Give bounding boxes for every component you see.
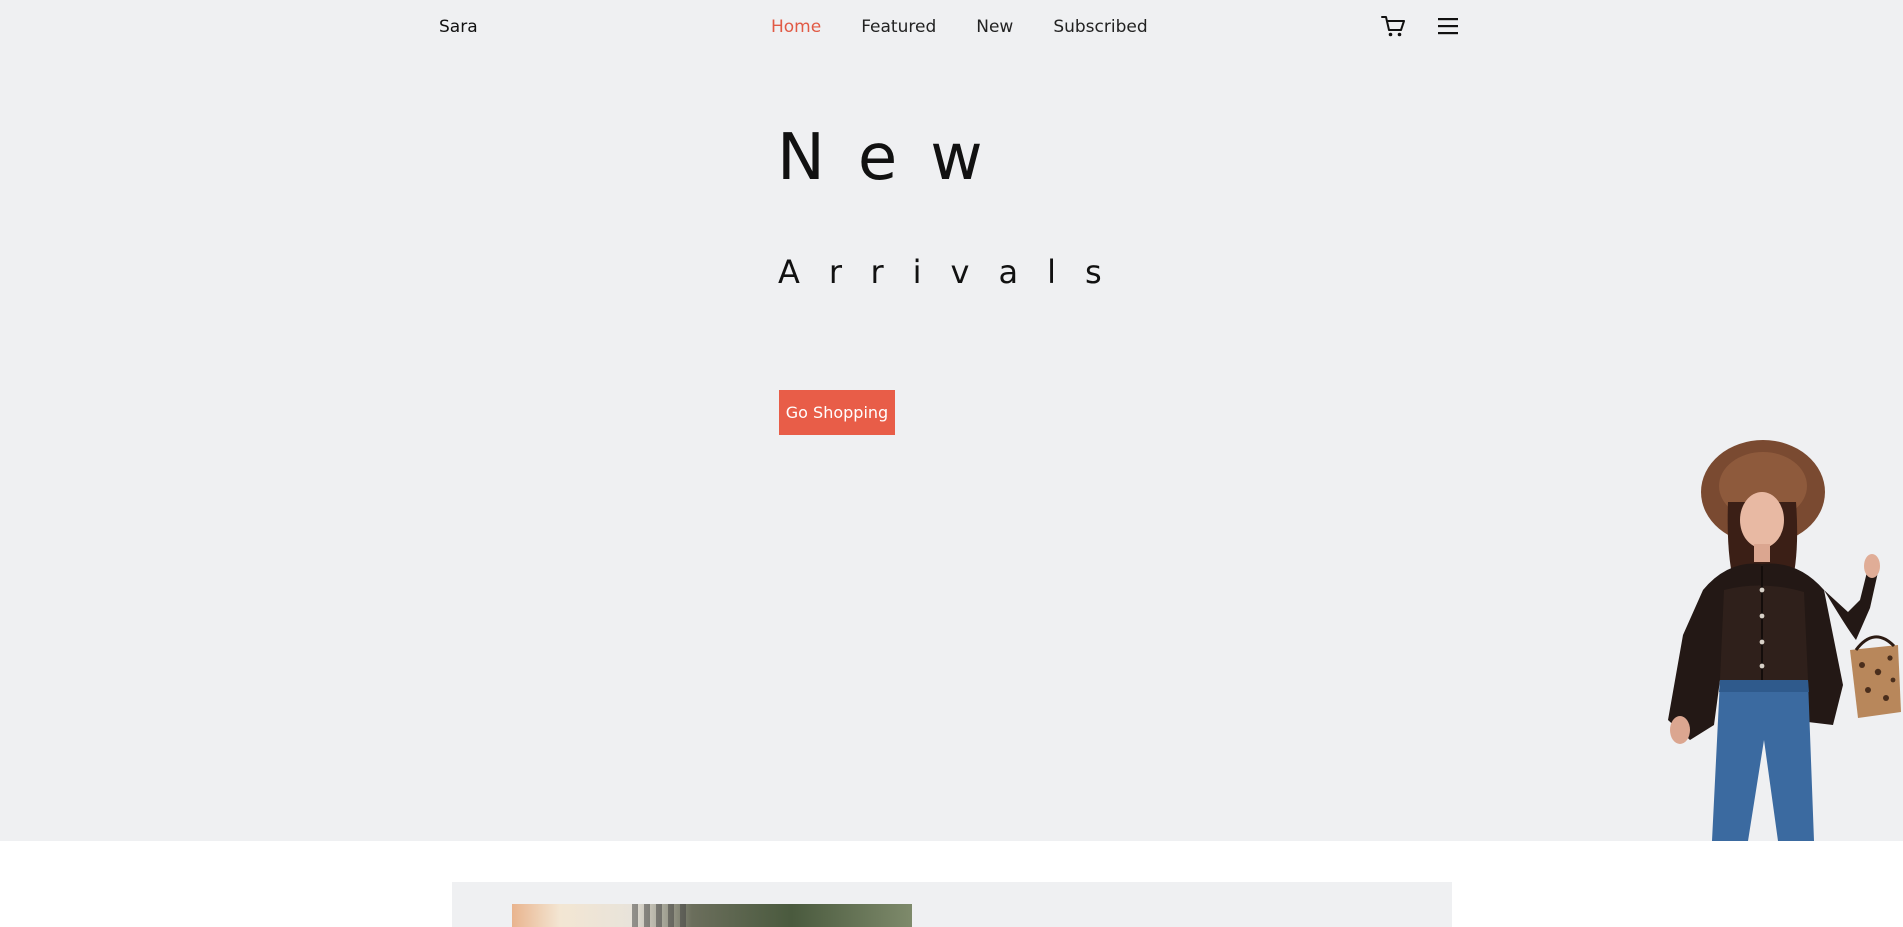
nav-item-featured[interactable]: Featured [861,17,936,37]
nav-item-subscribed[interactable]: Subscribed [1053,17,1147,37]
product-image[interactable] [512,904,912,927]
nav-item-new[interactable]: New [976,17,1013,37]
brand-logo[interactable]: Sara [439,17,478,37]
go-shopping-button[interactable]: Go Shopping [779,390,895,435]
nav-links: Home Featured New Subscribed [771,17,1148,37]
hero-subtitle: Arrivals [778,253,1131,291]
cart-icon[interactable] [1380,13,1406,39]
hero-title: New [777,121,1016,195]
nav-item-home[interactable]: Home [771,17,821,37]
hero-section: Sara Home Featured New Subscribed New Ar… [0,0,1903,841]
menu-icon[interactable] [1436,15,1460,37]
top-navigation: Sara Home Featured New Subscribed [0,0,1903,56]
featured-products-strip [452,882,1452,927]
hero-model-image [1668,440,1901,841]
